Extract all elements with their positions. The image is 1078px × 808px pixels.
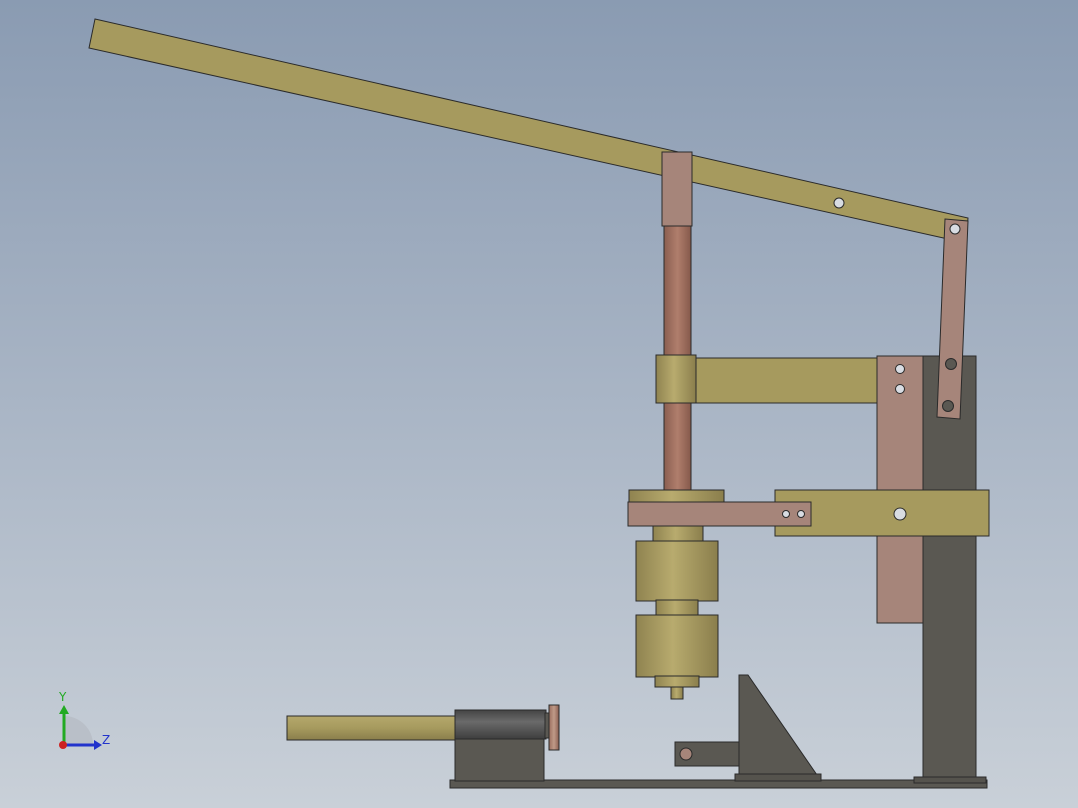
bracket-foot [734, 773, 822, 782]
feed-rod[interactable] [286, 715, 456, 741]
link-bottom-pin [942, 400, 954, 412]
coordinate-triad: Y Z [58, 690, 110, 750]
cylinder-neck-1 [652, 525, 704, 543]
plate-hole-lower [895, 384, 905, 394]
triad-z-arrow [94, 740, 102, 750]
feed-cylinder-cap [548, 704, 560, 751]
die-tip-ring [654, 675, 700, 688]
triad-arc [64, 716, 93, 745]
column-foot [913, 776, 987, 784]
plate-hole-upper [895, 364, 905, 374]
lever-handle[interactable] [88, 18, 969, 244]
lever-pin [833, 197, 845, 209]
rod-guide-collar [655, 354, 697, 404]
bracket-pin [679, 747, 693, 761]
lower-link-hole-2 [797, 510, 805, 518]
cad-viewport[interactable]: Y Z [0, 0, 1078, 808]
die-cylinder-lower [635, 614, 719, 678]
link-top-pin [949, 223, 961, 235]
link-mid-pin [945, 358, 957, 370]
upper-arm [690, 357, 878, 404]
triad-x-origin [59, 741, 67, 749]
triad-y-label: Y [58, 690, 67, 704]
support-bracket [738, 674, 818, 776]
rod-top-block-front [661, 151, 693, 227]
lower-link-hole-1 [782, 510, 790, 518]
feed-cylinder-body [454, 709, 547, 740]
lower-arm-pivot [893, 507, 907, 521]
die-punch [670, 686, 684, 700]
cylinder-neck-2 [655, 599, 699, 617]
feed-cylinder-base [454, 737, 545, 782]
die-cylinder-upper [635, 540, 719, 602]
main-column [922, 355, 977, 781]
triad-z-label: Z [102, 733, 110, 747]
triad-y-arrow [59, 705, 69, 714]
